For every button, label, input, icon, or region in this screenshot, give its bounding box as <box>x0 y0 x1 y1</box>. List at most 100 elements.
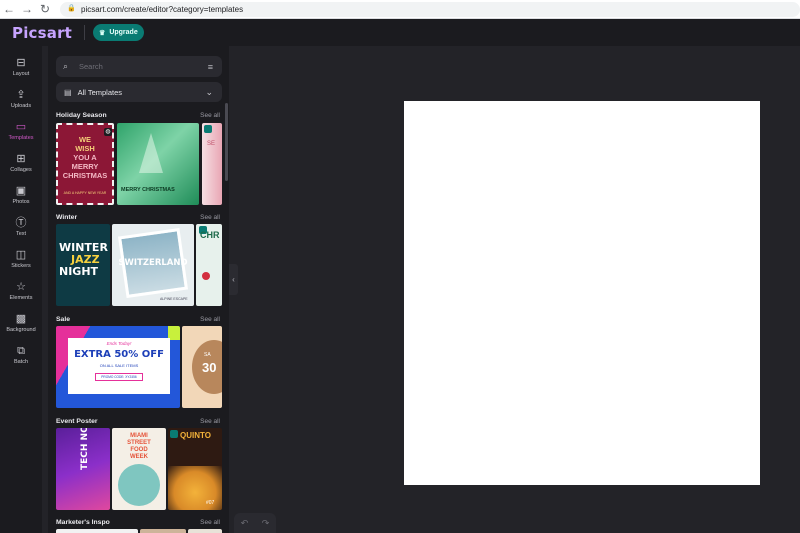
upgrade-label: Upgrade <box>109 29 138 36</box>
card-text: NIGHT <box>59 265 99 278</box>
card-text: WEEK <box>130 454 148 460</box>
filter-icon[interactable]: ≡ <box>208 62 213 72</box>
template-card[interactable]: MIAMI STREET FOOD WEEK <box>112 428 166 510</box>
template-card[interactable] <box>56 529 138 533</box>
section-title-sale: Sale <box>56 316 70 323</box>
back-icon[interactable]: ← <box>0 0 18 18</box>
card-text: Ends Today! <box>106 341 132 346</box>
template-card[interactable] <box>188 529 222 533</box>
panel-scrollbar[interactable] <box>225 103 228 181</box>
rail-item-elements[interactable]: ☆ Elements <box>0 280 42 310</box>
templates-icon: ▭ <box>15 121 27 133</box>
collages-icon: ⊞ <box>16 153 26 165</box>
template-card[interactable]: CHR <box>196 224 222 306</box>
rail-item-collages[interactable]: ⊞ Collages <box>0 152 42 182</box>
editor-canvas[interactable] <box>404 101 760 485</box>
card-text: FOOD <box>130 447 148 453</box>
picsart-logo[interactable]: Picsart <box>12 24 72 42</box>
rail-label: Text <box>15 231 27 237</box>
card-text: CHR <box>200 230 220 240</box>
rail-label: Batch <box>13 359 29 365</box>
card-text: YOU A <box>73 153 97 162</box>
template-card[interactable]: SWITZERLAND ALPINE ESCAPE <box>112 224 194 306</box>
rail-item-uploads[interactable]: ⇪ Uploads <box>0 88 42 118</box>
rail-item-templates[interactable]: ▭ Templates <box>0 120 42 150</box>
see-all-sale[interactable]: See all <box>200 316 220 323</box>
card-text: SWITZERLAND <box>118 258 188 268</box>
text-icon: Ⓣ <box>15 217 27 229</box>
chevron-left-icon: ‹ <box>232 275 235 284</box>
rail-label: Photos <box>12 199 30 205</box>
redo-icon[interactable]: ↷ <box>262 518 270 529</box>
template-card[interactable]: QUINTO #07 <box>168 428 222 510</box>
template-card[interactable]: Ends Today! EXTRA 50% OFF ON ALL SALE IT… <box>56 326 180 408</box>
template-card[interactable]: TECH NOIR <box>56 428 110 510</box>
crown-icon: ♛ <box>99 29 106 37</box>
rail-label: Elements <box>9 295 33 301</box>
see-all-holiday[interactable]: See all <box>200 112 220 119</box>
template-card[interactable]: WE WISH YOU A MERRY CHRISTMAS AND A HAPP… <box>56 123 114 205</box>
rail-item-layout[interactable]: ⊟ Layout <box>0 56 42 86</box>
tree-shape <box>139 133 163 173</box>
template-card[interactable]: SE <box>202 123 222 205</box>
template-card[interactable]: WINTER JAZZ NIGHT <box>56 224 110 306</box>
reload-icon[interactable]: ↻ <box>36 0 54 18</box>
card-text: TECH NOIR <box>80 428 90 470</box>
templates-panel: ⌕ Search ≡ ▤ All Templates ⌄ Holiday Sea… <box>48 46 229 533</box>
upgrade-button[interactable]: ♛ Upgrade <box>93 24 144 41</box>
undo-icon[interactable]: ↶ <box>241 518 249 529</box>
background-icon: ▩ <box>15 313 27 325</box>
rail-label: Uploads <box>10 103 32 109</box>
card-text: MERRY CHRISTMAS <box>121 187 175 193</box>
address-bar[interactable]: 🔒 picsart.com/create/editor?category=tem… <box>60 1 800 17</box>
rail-item-photos[interactable]: ▣ Photos <box>0 184 42 214</box>
rail-label: Background <box>6 327 36 333</box>
card-text: CHRISTMAS <box>62 171 108 180</box>
category-dropdown[interactable]: ▤ All Templates ⌄ <box>56 82 222 102</box>
premium-badge-icon: ◍ <box>104 128 112 136</box>
sale-card-panel: Ends Today! EXTRA 50% OFF ON ALL SALE IT… <box>68 338 170 394</box>
section-title-event: Event Poster <box>56 418 98 425</box>
rail-item-text[interactable]: Ⓣ Text <box>0 216 42 246</box>
collapse-panel-button[interactable]: ‹ <box>229 264 238 295</box>
rail-item-background[interactable]: ▩ Background <box>0 312 42 342</box>
rail-label: Stickers <box>11 263 31 269</box>
browser-toolbar: ← → ↻ 🔒 picsart.com/create/editor?catego… <box>0 0 800 19</box>
rail-item-batch[interactable]: ⧉ Batch <box>0 344 42 374</box>
section-title-holiday: Holiday Season <box>56 112 107 119</box>
see-all-marketers[interactable]: See all <box>200 519 220 526</box>
see-all-event[interactable]: See all <box>200 418 220 425</box>
undo-redo-bar: ↶ ↷ <box>234 513 276 533</box>
header-divider <box>84 25 86 40</box>
template-card[interactable]: MERRY CHRISTMAS <box>117 123 199 205</box>
grid-icon: ▤ <box>64 87 72 97</box>
premium-badge-icon <box>170 430 178 438</box>
card-text: MIAMI <box>130 433 148 439</box>
card-text: 30 <box>202 360 217 375</box>
chevron-down-icon: ⌄ <box>205 86 213 97</box>
section-title-marketers: Marketer's Inspo <box>56 519 110 526</box>
batch-icon: ⧉ <box>17 345 25 357</box>
card-text: SA <box>204 352 211 358</box>
url-text: picsart.com/create/editor?category=templ… <box>81 4 244 14</box>
left-rail: ⊟ Layout ⇪ Uploads ▭ Templates ⊞ Collages ▣ P… <box>0 46 42 533</box>
card-text: ON ALL SALE ITEMS <box>99 363 139 368</box>
card-subtext: ALPINE ESCAPE <box>160 297 188 301</box>
premium-badge-icon <box>204 125 212 133</box>
search-input[interactable]: ⌕ Search ≡ <box>56 56 222 77</box>
card-subtext: #07 <box>206 500 215 506</box>
card-text: WE <box>78 135 92 144</box>
template-card[interactable]: SA 30 <box>182 326 222 408</box>
card-subtext: PROMO CODE: XYZ456 <box>95 373 143 381</box>
search-placeholder: Search <box>79 62 103 71</box>
template-card[interactable] <box>140 529 186 533</box>
card-text: WISH <box>75 144 95 153</box>
see-all-winter[interactable]: See all <box>200 214 220 221</box>
card-subtext: AND A HAPPY NEW YEAR <box>63 191 107 195</box>
category-value: All Templates <box>77 87 123 97</box>
lock-icon: 🔒 <box>67 5 76 12</box>
forward-icon[interactable]: → <box>18 0 36 18</box>
food-image <box>118 464 160 506</box>
rail-item-stickers[interactable]: ◫ Stickers <box>0 248 42 278</box>
app-header: Picsart ♛ Upgrade <box>0 19 800 46</box>
